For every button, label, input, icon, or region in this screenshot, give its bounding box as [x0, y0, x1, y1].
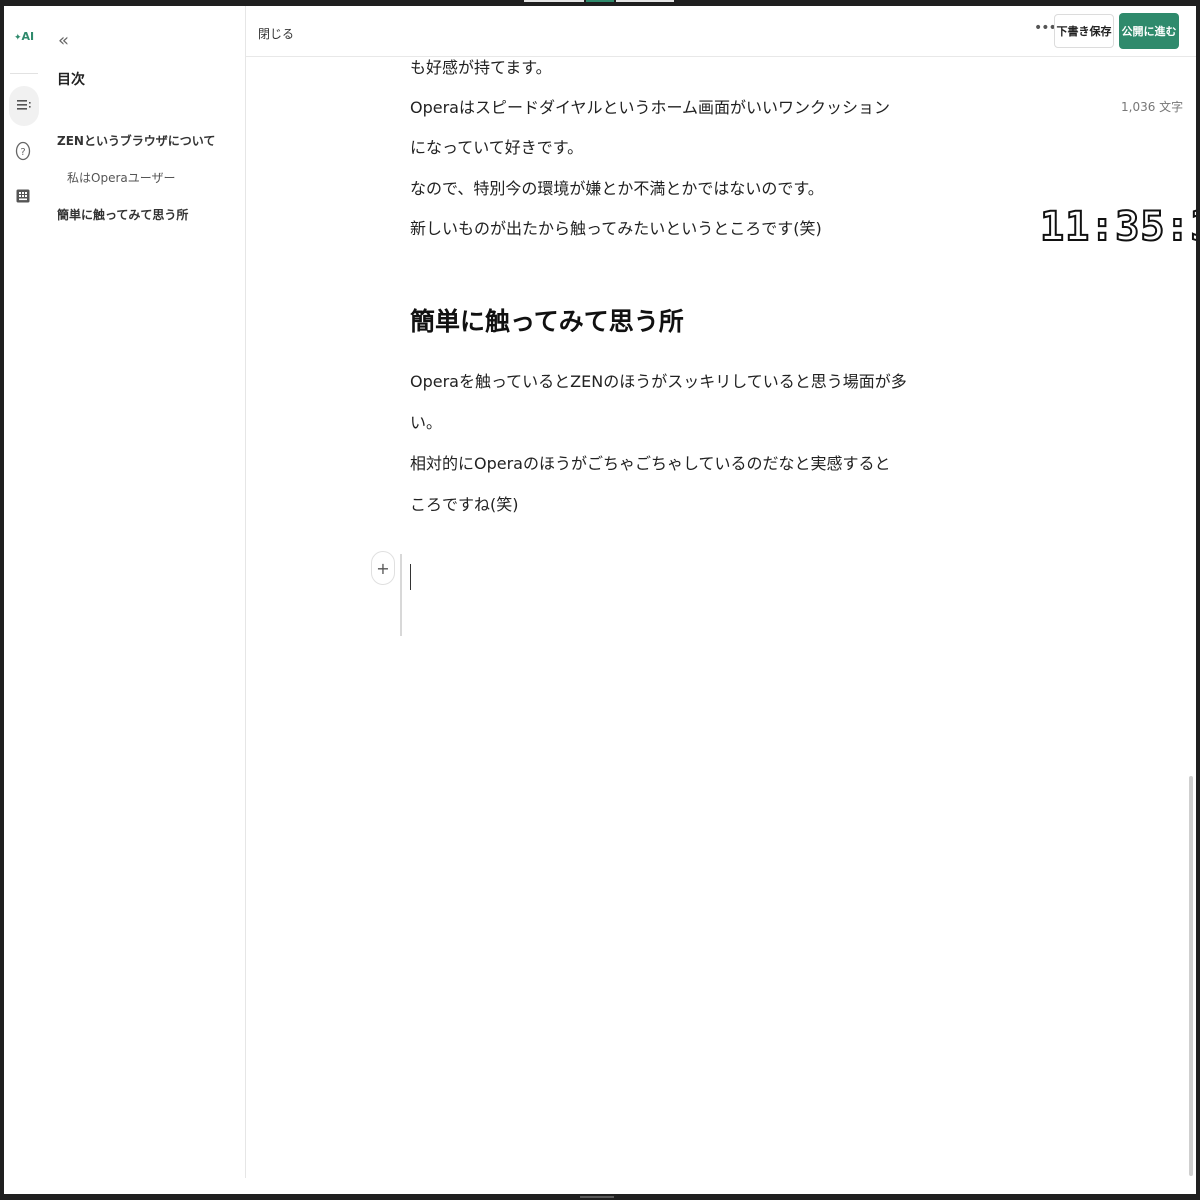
toc-item[interactable]: 簡単に触ってみて思う所 [57, 206, 188, 223]
paragraph-line[interactable]: い。 [410, 409, 442, 433]
paragraph-line[interactable]: ころですね(笑) [410, 491, 519, 515]
svg-text:?: ? [20, 147, 25, 158]
publish-button[interactable]: 公開に進む [1119, 13, 1179, 49]
close-button[interactable]: 閉じる [258, 25, 294, 42]
block-indicator [400, 554, 402, 636]
toc-sidebar: « 目次 ZENというブラウザについて 私はOperaユーザー 簡単に触ってみて… [42, 6, 246, 1178]
paragraph-line[interactable]: 新しいものが出たから触ってみたいというところです(笑) [410, 215, 822, 239]
sparkle-icon: ✦ [14, 33, 22, 43]
paragraph-line[interactable]: Operaはスピードダイヤルというホーム画面がいいワンクッション [410, 94, 890, 118]
rail-divider [10, 73, 38, 74]
editor-window: ✦AI ? « 目次 ZENというブラウザについて 私はOperaユーザー 簡単… [4, 6, 1196, 1194]
paragraph-line[interactable]: なので、特別今の環境が嫌とか不満とかではないのです。 [410, 175, 824, 199]
text-caret [410, 564, 411, 590]
strip-segment-active [586, 0, 614, 2]
screen-bottom-strip [580, 1196, 614, 1198]
paragraph-line[interactable]: Operaを触っているとZENのほうがスッキリしていると思う場面が多 [410, 368, 907, 392]
ai-label: AI [21, 30, 35, 43]
strip-segment [524, 0, 584, 2]
more-options-icon[interactable]: ••• [1034, 20, 1057, 36]
icon-rail: ✦AI ? [4, 6, 42, 1194]
paragraph-line[interactable]: も好感が持てます。 [410, 54, 552, 78]
list-icon [17, 100, 31, 110]
editor-toolbar: 閉じる ••• 下書き保存 公開に進む [246, 6, 1196, 57]
add-block-button[interactable]: + [371, 551, 395, 585]
ai-assist-icon[interactable]: ✦AI [14, 30, 34, 50]
paragraph-line[interactable]: になっていて好きです。 [410, 134, 583, 158]
paragraph-line[interactable]: 相対的にOperaのほうがごちゃごちゃしているのだなと実感すると [410, 450, 891, 474]
word-count: 1,036 文字 [1121, 100, 1184, 114]
toc-item[interactable]: ZENというブラウザについて [57, 132, 215, 149]
section-heading[interactable]: 簡単に触ってみて思う所 [410, 302, 684, 338]
editor-area: 閉じる ••• 下書き保存 公開に進む 1,036 文字 11:35:30 も好… [246, 6, 1196, 1194]
strip-segment [616, 0, 674, 2]
toc-title: 目次 [57, 72, 85, 88]
toc-item[interactable]: 私はOperaユーザー [67, 169, 176, 186]
save-draft-button[interactable]: 下書き保存 [1054, 14, 1114, 48]
help-icon[interactable]: ? [15, 141, 31, 161]
toc-toggle-button[interactable] [9, 86, 39, 126]
collapse-sidebar-icon[interactable]: « [58, 30, 69, 51]
clock-overlay: 11:35:30 [1039, 203, 1196, 251]
scrollbar[interactable] [1189, 776, 1193, 1176]
plus-icon: + [376, 558, 390, 578]
keyboard-icon[interactable] [16, 189, 30, 203]
